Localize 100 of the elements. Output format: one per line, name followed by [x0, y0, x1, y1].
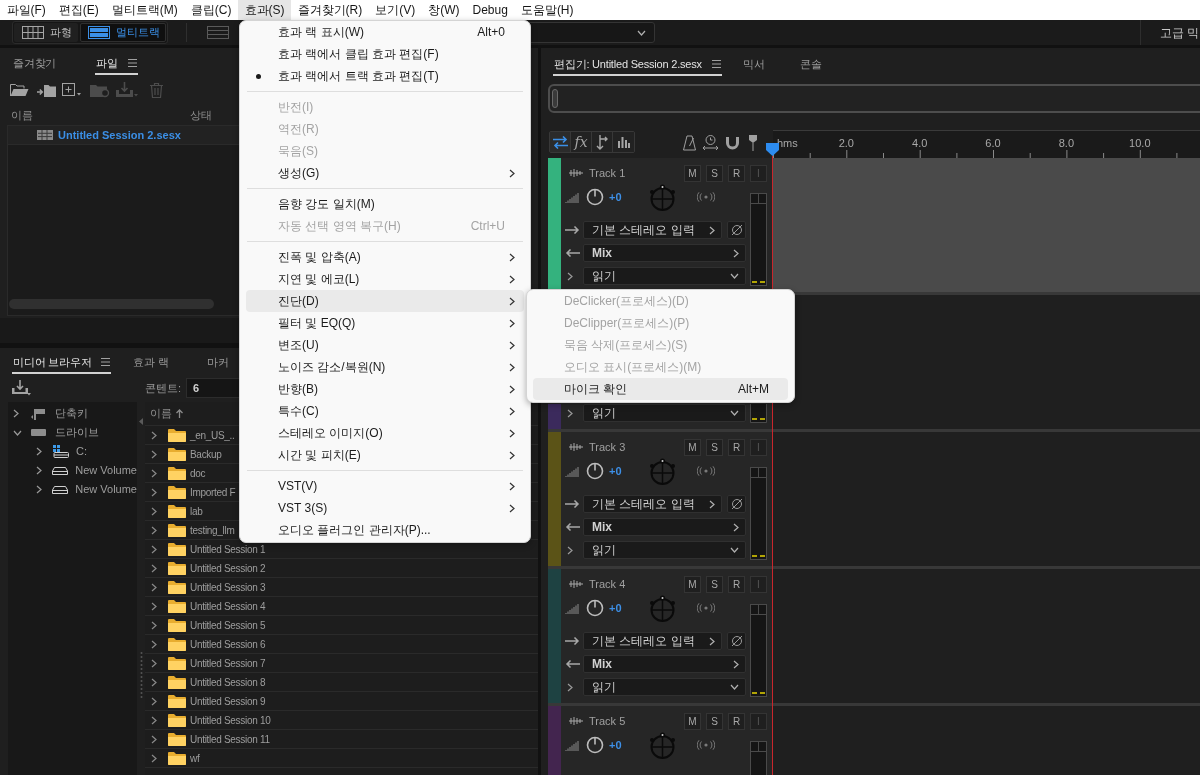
track-name[interactable]: Track 3: [589, 438, 626, 456]
volume-value[interactable]: +0: [609, 599, 622, 617]
volume-value[interactable]: +0: [609, 736, 622, 754]
output-select[interactable]: Mix: [583, 655, 746, 673]
menu-item[interactable]: 효과 랙에서 클립 효과 편집(F): [246, 43, 524, 65]
file-list-item[interactable]: Untitled Session 4: [145, 597, 538, 616]
track-name[interactable]: Track 1: [589, 164, 626, 182]
phase-invert-button[interactable]: [727, 632, 746, 650]
broadcast-icon[interactable]: [696, 740, 715, 750]
file-list-item[interactable]: wf: [145, 749, 538, 768]
view-toggle[interactable]: [550, 132, 571, 152]
workspace-label[interactable]: 고급 믹: [1160, 23, 1200, 42]
input-select[interactable]: 기본 스테레오 입력: [583, 495, 722, 513]
track-toggle-button[interactable]: M: [684, 438, 701, 456]
volume-knob-icon[interactable]: [586, 188, 604, 206]
menu-item[interactable]: 지연 및 에코(L): [246, 268, 524, 290]
chevron-right-icon[interactable]: [36, 447, 42, 456]
metronome-icon[interactable]: [683, 135, 696, 151]
track-name[interactable]: Track 5: [589, 712, 626, 730]
chevron-right-icon[interactable]: [567, 408, 573, 418]
menu-item[interactable]: 효과 랙 표시(W) Alt+0: [246, 21, 524, 43]
panel-tab[interactable]: 미디어 브라우저: [12, 352, 112, 374]
chevron-right-icon[interactable]: [36, 485, 42, 494]
file-list-item[interactable]: Untitled Session 3: [145, 578, 538, 597]
broadcast-icon[interactable]: [696, 466, 715, 476]
track-name[interactable]: Track 4: [589, 575, 626, 593]
track-toggle-button[interactable]: S: [706, 438, 723, 456]
menu-item[interactable]: VST 3(S): [246, 497, 524, 519]
chevron-right-icon[interactable]: [567, 545, 573, 555]
file-list-item[interactable]: Untitled Session 11: [145, 730, 538, 749]
menu-item[interactable]: VST(V): [246, 475, 524, 497]
view-toggle[interactable]: fx: [571, 132, 592, 152]
tree-item[interactable]: New Volume: [8, 461, 137, 480]
input-select[interactable]: 기본 스테레오 입력: [583, 221, 722, 239]
grid-panel-icon[interactable]: [207, 26, 229, 39]
chevron-right-icon[interactable]: [567, 271, 573, 281]
input-select[interactable]: 기본 스테레오 입력: [583, 632, 722, 650]
file-list-item[interactable]: Untitled Session 7: [145, 654, 538, 673]
menu-item[interactable]: 특수(C): [246, 400, 524, 422]
column-header[interactable]: 상태: [190, 106, 212, 124]
folder-open-icon[interactable]: [10, 83, 29, 97]
chevron-right-icon[interactable]: [36, 466, 42, 475]
automation-select[interactable]: 읽기: [583, 678, 746, 696]
menu-item[interactable]: 변조(U): [246, 334, 524, 356]
file-list-item[interactable]: Untitled Session 8: [145, 673, 538, 692]
panel-tab[interactable]: 마커: [206, 352, 231, 374]
volume-knob-icon[interactable]: [586, 599, 604, 617]
clock-arrow-icon[interactable]: [702, 134, 719, 151]
sort-ascending-icon[interactable]: [176, 409, 183, 418]
output-select[interactable]: Mix: [583, 518, 746, 536]
menu-item[interactable]: 시간 및 피치(E): [246, 444, 524, 466]
panel-menu-icon[interactable]: [127, 59, 137, 67]
menu-item[interactable]: 오디오 플러그인 관리자(P)...: [246, 519, 524, 541]
menu-item[interactable]: 음향 강도 일치(M): [246, 193, 524, 215]
tree-item[interactable]: 단축키: [8, 404, 137, 423]
tree-item[interactable]: New Volume: [8, 480, 137, 499]
menu-item[interactable]: 생성(G): [246, 162, 524, 184]
chevron-right-icon[interactable]: [13, 409, 19, 418]
view-mode-tab[interactable]: 파형: [14, 23, 78, 42]
broadcast-icon[interactable]: [696, 603, 715, 613]
column-header[interactable]: 이름: [11, 106, 33, 124]
volume-knob-icon[interactable]: [586, 736, 604, 754]
menu-item[interactable]: 효과 랙에서 트랙 효과 편집(T): [246, 65, 524, 87]
playhead-marker-icon[interactable]: [766, 143, 779, 156]
view-mode-tab[interactable]: 멀티트랙: [80, 23, 166, 42]
zoom-handle[interactable]: [552, 89, 558, 108]
automation-select[interactable]: 읽기: [583, 541, 746, 559]
panel-tab[interactable]: 즐겨찾기: [12, 53, 65, 75]
panel-menu-icon[interactable]: [711, 60, 721, 68]
track-lane[interactable]: [773, 295, 1200, 429]
menu-item[interactable]: 마이크 확인 Alt+M: [533, 378, 788, 400]
track-toggle-button[interactable]: M: [684, 164, 701, 182]
collapse-arrow-icon[interactable]: [139, 418, 143, 425]
panel-menu-icon[interactable]: [101, 358, 111, 366]
panel-tab[interactable]: 효과 랙: [132, 352, 186, 374]
phase-invert-button[interactable]: [727, 495, 746, 513]
automation-select[interactable]: 읽기: [583, 404, 746, 422]
track-toggle-button[interactable]: R: [728, 438, 745, 456]
track-toggle-button[interactable]: M: [684, 575, 701, 593]
phase-invert-button[interactable]: [727, 221, 746, 239]
file-list-item[interactable]: Untitled Session 9: [145, 692, 538, 711]
file-list-item[interactable]: Untitled Session 6: [145, 635, 538, 654]
volume-knob-icon[interactable]: [586, 462, 604, 480]
output-select[interactable]: Mix: [583, 244, 746, 262]
panel-tab[interactable]: 파일: [95, 53, 138, 75]
folder-arrow-icon[interactable]: [37, 82, 57, 98]
menu-item[interactable]: 스테레오 이미지(O): [246, 422, 524, 444]
menu-item[interactable]: 노이즈 감소/복원(N): [246, 356, 524, 378]
track-toggle-button[interactable]: R: [728, 575, 745, 593]
panel-tab[interactable]: 편집기: Untitled Session 2.sesx: [553, 54, 722, 76]
volume-value[interactable]: +0: [609, 188, 622, 206]
chevron-right-icon[interactable]: [567, 682, 573, 692]
menu-item[interactable]: 진단(D): [246, 290, 524, 312]
new-item-icon[interactable]: [62, 83, 82, 97]
column-header[interactable]: 이름: [150, 405, 172, 422]
file-list-item[interactable]: Untitled Session 2: [145, 559, 538, 578]
panel-tab[interactable]: 믹서: [741, 54, 779, 76]
track-toggle-button[interactable]: R: [728, 712, 745, 730]
tree-item[interactable]: 드라이브: [8, 423, 137, 442]
menu-item[interactable]: 필터 및 EQ(Q): [246, 312, 524, 334]
